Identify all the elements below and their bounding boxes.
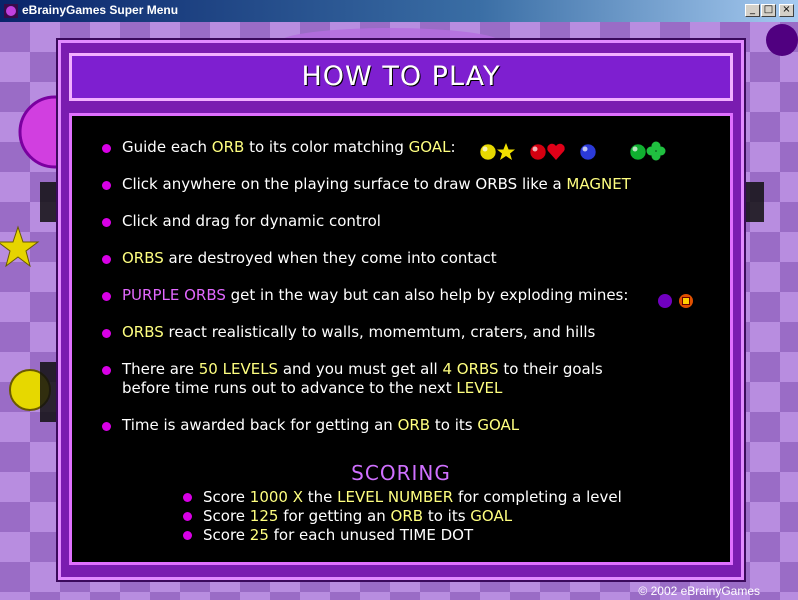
- bullet-icon: [102, 366, 111, 375]
- bg-moon-icon: [772, 227, 790, 263]
- window-title: eBrainyGames Super Menu: [22, 3, 179, 17]
- text-segment: Score: [203, 526, 250, 544]
- text-segment: to its color matching: [244, 138, 409, 156]
- text-segment: There are: [122, 360, 199, 378]
- green-orb-clover-goal-icon: [629, 141, 666, 161]
- bullet-icon: [183, 512, 192, 521]
- rules-content: Guide each ORB to its color matching GOA…: [69, 113, 733, 565]
- bullet-icon: [102, 292, 111, 301]
- rule-text: Click and drag for dynamic control: [122, 212, 381, 230]
- text-segment: 1000 X: [249, 488, 303, 506]
- text-segment: Click and drag for dynamic control: [122, 212, 381, 230]
- rule-text: Guide each ORB to its color matching GOA…: [122, 138, 456, 156]
- mine-icon: [679, 294, 693, 308]
- text-segment: before time runs out to advance to the n…: [122, 379, 457, 397]
- text-segment: to its: [423, 507, 471, 525]
- bg-star-icon: [0, 225, 40, 268]
- text-segment: ORB: [397, 416, 431, 434]
- text-segment: Guide each: [122, 138, 212, 156]
- text-segment: ORB: [390, 507, 424, 525]
- text-segment: LEVEL NUMBER: [337, 488, 454, 506]
- rule-text: Click anywhere on the playing surface to…: [122, 175, 631, 193]
- maximize-button[interactable]: □: [761, 4, 776, 17]
- rule-text: PURPLE ORBS get in the way but can also …: [122, 286, 628, 304]
- bullet-icon: [102, 181, 111, 190]
- score-text: Score 25 for each unused TIME DOT: [203, 526, 473, 544]
- page-title: HOW TO PLAY: [301, 61, 501, 92]
- text-segment: Score: [203, 488, 250, 506]
- rule-text-line2: before time runs out to advance to the n…: [122, 379, 502, 397]
- rule-text: ORBS are destroyed when they come into c…: [122, 249, 497, 267]
- text-segment: ORBS: [122, 249, 164, 267]
- text-segment: 50 LEVELS: [198, 360, 279, 378]
- scoring-title: SCORING: [351, 461, 451, 485]
- text-segment: 25: [249, 526, 269, 544]
- text-segment: ORBS: [122, 323, 164, 341]
- purple-orb-icon: [658, 294, 672, 308]
- text-segment: and you must get all: [278, 360, 443, 378]
- text-segment: for completing a level: [453, 488, 622, 506]
- blue-orb-moon-goal-icon: [579, 143, 613, 161]
- text-segment: PURPLE ORBS: [122, 286, 226, 304]
- text-segment: for each unused: [268, 526, 400, 544]
- text-segment: are destroyed when they come into contac…: [163, 249, 497, 267]
- score-text: Score 125 for getting an ORB to its GOAL: [203, 507, 512, 525]
- text-segment: react realistically to walls, momemtum, …: [163, 323, 596, 341]
- bullet-icon: [183, 493, 192, 502]
- window-titlebar[interactable]: eBrainyGames Super Menu _ □ ×: [0, 0, 798, 22]
- text-segment: the: [303, 488, 338, 506]
- text-segment: 4 ORBS: [442, 360, 499, 378]
- rule-text: There are 50 LEVELS and you must get all…: [122, 360, 603, 378]
- text-segment: for getting an: [278, 507, 391, 525]
- bullet-icon: [102, 218, 111, 227]
- bullet-icon: [102, 329, 111, 338]
- text-segment: Time is awarded back for getting an: [122, 416, 398, 434]
- close-button[interactable]: ×: [779, 4, 794, 17]
- text-segment: Click anywhere on the playing surface to…: [122, 175, 567, 193]
- text-segment: LEVEL: [456, 379, 503, 397]
- yellow-orb-star-goal-icon: [479, 143, 515, 161]
- text-segment: :: [450, 138, 456, 156]
- panel-header: HOW TO PLAY: [69, 53, 733, 101]
- text-segment: Score: [203, 507, 250, 525]
- text-segment: ORB: [211, 138, 245, 156]
- bullet-icon: [102, 144, 111, 153]
- text-segment: GOAL: [477, 416, 520, 434]
- rule-text: Time is awarded back for getting an ORB …: [122, 416, 519, 434]
- bullet-icon: [102, 255, 111, 264]
- copyright-text: © 2002 eBrainyGames: [638, 584, 760, 598]
- text-segment: 125: [249, 507, 279, 525]
- mine-icons: [656, 289, 706, 313]
- minimize-button[interactable]: _: [745, 4, 760, 17]
- app-icon: [4, 4, 18, 18]
- score-text: Score 1000 X the LEVEL NUMBER for comple…: [203, 488, 622, 506]
- bullet-icon: [102, 422, 111, 431]
- bg-dark-orb-icon: [766, 24, 798, 56]
- goal-icons: [479, 140, 679, 164]
- red-orb-heart-goal-icon: [529, 143, 565, 161]
- bullet-icon: [183, 531, 192, 540]
- rule-text: ORBS react realistically to walls, momem…: [122, 323, 595, 341]
- text-segment: MAGNET: [566, 175, 631, 193]
- text-segment: get in the way but can also help by expl…: [225, 286, 629, 304]
- text-segment: GOAL: [408, 138, 451, 156]
- text-segment: to their goals: [498, 360, 603, 378]
- text-segment: TIME DOT: [399, 526, 474, 544]
- text-segment: GOAL: [470, 507, 513, 525]
- how-to-play-panel: HOW TO PLAY Guide each ORB to its color …: [58, 40, 744, 580]
- text-segment: to its: [430, 416, 478, 434]
